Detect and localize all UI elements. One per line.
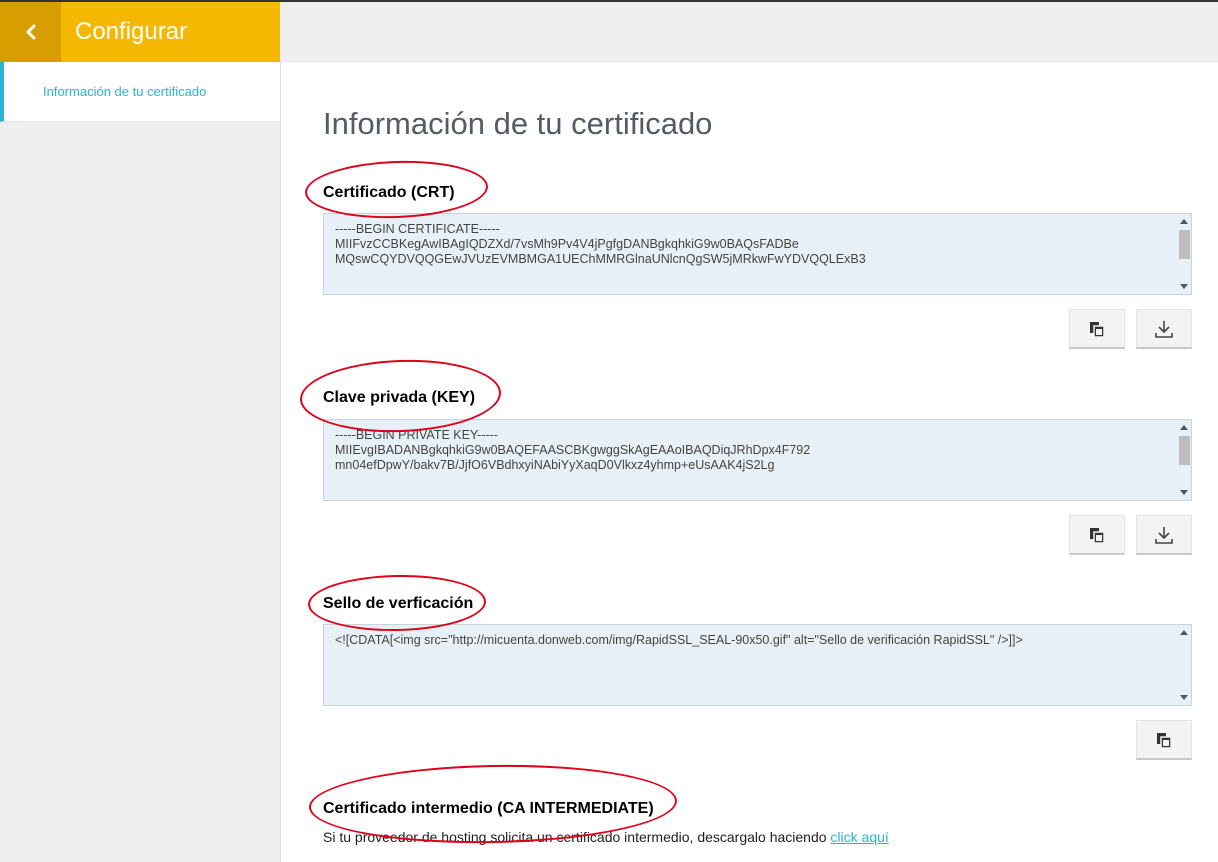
- key-line: MIIEvgIBADANBgkqhkiG9w0BAQEFAASCBKgwggSk…: [335, 443, 811, 457]
- key-copy-button[interactable]: [1069, 515, 1125, 555]
- seal-scrollbar[interactable]: [1177, 625, 1191, 705]
- sidebar-item-certificate-info[interactable]: Información de tu certificado: [0, 62, 280, 122]
- chevron-left-icon: [26, 24, 35, 40]
- crt-download-button[interactable]: [1136, 309, 1192, 349]
- header-title: Configurar: [75, 18, 188, 45]
- page-title: Información de tu certificado: [323, 106, 713, 141]
- sidebar-item-label: Información de tu certificado: [43, 84, 207, 99]
- key-textarea[interactable]: -----BEGIN PRIVATE KEY----- MIIEvgIBADAN…: [323, 419, 1192, 501]
- crt-scrollbar[interactable]: [1177, 214, 1191, 294]
- seal-copy-button[interactable]: [1136, 720, 1192, 760]
- scroll-down-icon[interactable]: [1180, 284, 1188, 289]
- crt-copy-button[interactable]: [1069, 309, 1125, 349]
- download-icon: [1155, 320, 1173, 338]
- crt-heading: Certificado (CRT): [323, 184, 455, 201]
- crt-textarea[interactable]: -----BEGIN CERTIFICATE----- MIIFvzCCBKeg…: [323, 213, 1192, 295]
- header-title-bar: Configurar: [61, 2, 280, 62]
- scroll-down-icon[interactable]: [1180, 490, 1188, 495]
- header-toolbar: [280, 2, 1218, 62]
- scroll-down-icon[interactable]: [1180, 695, 1188, 700]
- scroll-up-icon[interactable]: [1180, 630, 1188, 635]
- copy-icon: [1090, 527, 1105, 544]
- key-download-button[interactable]: [1136, 515, 1192, 555]
- key-scrollbar[interactable]: [1177, 420, 1191, 500]
- crt-line: MIIFvzCCBKegAwIBAgIQDZXd/7vsMh9Pv4V4jPgf…: [335, 237, 799, 251]
- scroll-thumb[interactable]: [1179, 436, 1190, 465]
- copy-icon: [1157, 732, 1172, 749]
- scroll-thumb[interactable]: [1179, 230, 1190, 259]
- intermediate-text: Si tu proveedor de hosting solicita un c…: [323, 829, 827, 845]
- scroll-up-icon[interactable]: [1180, 425, 1188, 430]
- intermediate-download-link[interactable]: click aquí: [830, 829, 888, 845]
- crt-line: MQswCQYDVQQGEwJVUzEVMBMGA1UEChMMRGlnaUNl…: [335, 252, 866, 266]
- key-line: -----BEGIN PRIVATE KEY-----: [335, 428, 498, 442]
- seal-line: <![CDATA[<img src="http://micuenta.donwe…: [335, 633, 1023, 647]
- download-icon: [1155, 526, 1173, 544]
- crt-line: -----BEGIN CERTIFICATE-----: [335, 222, 500, 236]
- intermediate-heading: Certificado intermedio (CA INTERMEDIATE): [323, 800, 654, 817]
- seal-heading: Sello de verficación: [323, 595, 474, 612]
- key-heading: Clave privada (KEY): [323, 389, 476, 406]
- scroll-up-icon[interactable]: [1180, 219, 1188, 224]
- seal-textarea[interactable]: <![CDATA[<img src="http://micuenta.donwe…: [323, 624, 1192, 706]
- copy-icon: [1090, 321, 1105, 338]
- intermediate-description: Si tu proveedor de hosting solicita un c…: [323, 829, 889, 845]
- sidebar: Información de tu certificado: [0, 62, 281, 862]
- key-line: mn04efDpwY/bakv7B/JjfO6VBdhxyiNAbiYyXaqD…: [335, 458, 775, 472]
- back-button[interactable]: [0, 2, 61, 62]
